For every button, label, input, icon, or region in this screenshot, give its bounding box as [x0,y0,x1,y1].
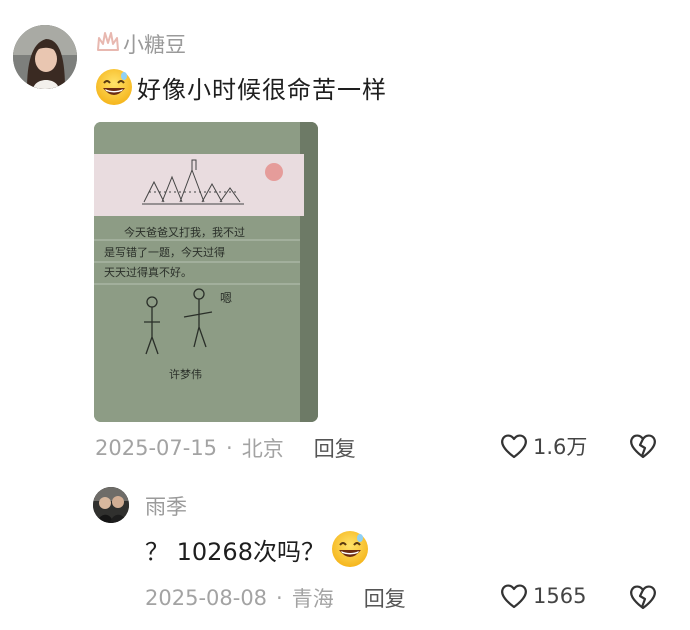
reply-button[interactable]: 回复 [364,583,406,613]
fan-badge-icon [95,30,121,52]
reply-button[interactable]: 回复 [314,433,356,463]
reply-date: 2025-08-08 [145,586,268,610]
comment-image[interactable]: 今天爸爸又打我，我不过 是写错了一题，今天过得 天天过得真不好。 嗯 许梦伟 [94,122,318,422]
broken-heart-icon [630,585,656,610]
comment-text: 好像小时候很命苦一样 [137,75,387,104]
photo-text-line1: 今天爸爸又打我，我不过 [124,225,245,239]
comment-location: 北京 [241,437,284,461]
meta-separator: · [226,436,233,460]
meta-separator: · [276,586,283,610]
photo-text-line3: 天天过得真不好。 [104,265,192,279]
photo-speech-bubble: 嗯 [220,291,232,305]
comment-meta: 2025-07-15 · 北京 回复 [95,433,356,463]
photo-signature: 许梦伟 [169,368,202,381]
username[interactable]: 小糖豆 [123,29,186,59]
reply-dislike-button[interactable] [628,583,658,615]
heart-icon [501,584,527,609]
reply-text: ？ 10268次吗？ [145,537,325,566]
like-count: 1.6万 [533,435,588,459]
like-button[interactable]: 1.6万 [499,431,587,461]
broken-heart-icon [630,434,656,459]
avatar[interactable] [13,25,77,89]
reply-meta: 2025-08-08 · 青海 回复 [145,583,406,613]
comment-text-row: 好像小时候很命苦一样 [95,66,387,108]
comment-date: 2025-07-15 [95,436,218,460]
dislike-button[interactable] [628,432,658,464]
reply-text-row: ？ 10268次吗？ [145,528,369,570]
reply-like-count: 1565 [533,584,587,608]
reply-location: 青海 [291,587,334,611]
reply-like-button[interactable]: 1565 [499,582,586,610]
grinning-sweat-emoji [331,530,369,568]
reply-avatar[interactable] [93,487,129,523]
reply-username[interactable]: 雨季 [145,491,187,521]
photo-text-line2: 是写错了一题，今天过得 [104,245,225,259]
heart-icon [501,434,527,459]
grinning-sweat-emoji [95,68,133,106]
